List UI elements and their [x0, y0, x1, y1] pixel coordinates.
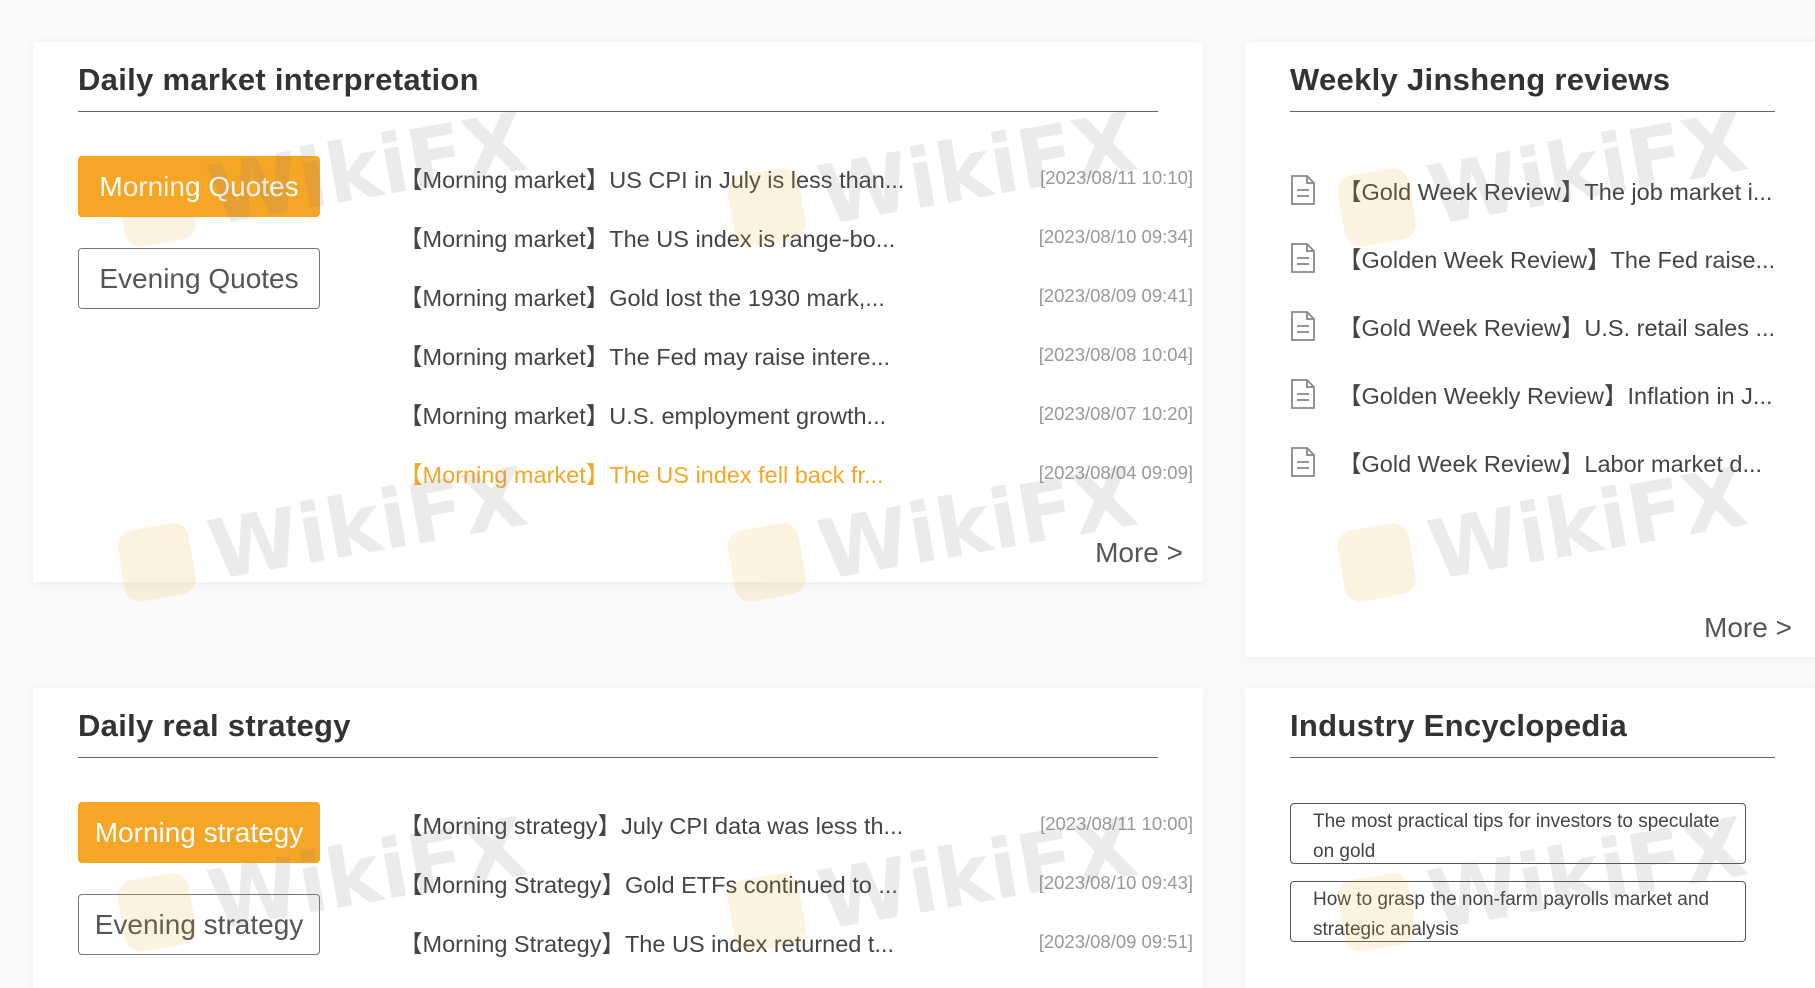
document-icon [1291, 311, 1315, 341]
encyclopedia-item[interactable]: How to grasp the non-farm payrolls marke… [1290, 881, 1746, 942]
card-title: Weekly Jinsheng reviews [1290, 62, 1671, 97]
review-row[interactable]: 【Gold Week Review】The job market i... [1290, 170, 1780, 210]
tab-evening-strategy[interactable]: Evening strategy [78, 894, 320, 955]
news-date: [2023/08/10 09:34] [1038, 226, 1193, 247]
tab-evening-quotes[interactable]: Evening Quotes [78, 248, 320, 309]
news-row[interactable]: 【Morning market】Gold lost the 1930 mark,… [399, 276, 1193, 316]
news-date: [2023/08/11 10:00] [1040, 813, 1193, 834]
review-row[interactable]: 【Golden Weekly Review】Inflation in J... [1290, 374, 1780, 414]
daily-strategy-card: Daily real strategy Morning strategy Eve… [33, 688, 1203, 988]
tab-morning-quotes[interactable]: Morning Quotes [78, 156, 320, 217]
news-date: [2023/08/11 10:10] [1040, 167, 1193, 188]
news-date: [2023/08/09 09:51] [1038, 931, 1193, 952]
review-row[interactable]: 【Gold Week Review】Labor market d... [1290, 442, 1780, 482]
more-link[interactable]: More > [1095, 537, 1183, 569]
news-title: 【Morning market】Gold lost the 1930 mark,… [399, 285, 885, 311]
tab-morning-strategy[interactable]: Morning strategy [78, 802, 320, 863]
news-title: 【Morning market】The US index is range-bo… [399, 226, 896, 252]
review-row[interactable]: 【Golden Week Review】The Fed raise... [1290, 238, 1780, 278]
review-title: 【Golden Weekly Review】Inflation in J... [1338, 383, 1773, 409]
news-title: 【Morning Strategy】Gold ETFs continued to… [399, 872, 898, 898]
daily-interpretation-card: Daily market interpretation Morning Quot… [33, 42, 1203, 582]
card-title: Industry Encyclopedia [1290, 708, 1628, 743]
news-row[interactable]: 【Morning market】U.S. employment growth..… [399, 394, 1193, 434]
news-date: [2023/08/09 09:41] [1038, 285, 1193, 306]
review-title: 【Gold Week Review】Labor market d... [1338, 451, 1763, 477]
news-row[interactable]: 【Morning market】The US index is range-bo… [399, 217, 1193, 257]
news-row[interactable]: 【Morning strategy】July CPI data was less… [399, 804, 1193, 844]
news-title: 【Morning market】U.S. employment growth..… [399, 403, 887, 429]
document-icon [1291, 175, 1315, 205]
document-icon [1291, 447, 1315, 477]
news-title: 【Morning market】The Fed may raise intere… [399, 344, 891, 370]
news-row[interactable]: 【Morning Strategy】Gold ETFs continued to… [399, 863, 1193, 903]
review-title: 【Gold Week Review】U.S. retail sales ... [1338, 315, 1776, 341]
news-title: 【Morning market】The US index fell back f… [399, 462, 884, 488]
document-icon [1291, 243, 1315, 273]
news-row-hovered[interactable]: 【Morning market】The US index fell back f… [399, 453, 1193, 493]
more-link[interactable]: More > [1704, 612, 1792, 644]
card-title: Daily market interpretation [78, 62, 479, 97]
card-title: Daily real strategy [78, 708, 351, 743]
document-icon [1291, 379, 1315, 409]
news-date: [2023/08/08 10:04] [1038, 344, 1193, 365]
title-divider [1290, 757, 1775, 758]
title-divider [78, 757, 1158, 758]
news-row[interactable]: 【Morning market】The Fed may raise intere… [399, 335, 1193, 375]
review-title: 【Golden Week Review】The Fed raise... [1338, 247, 1776, 273]
news-title: 【Morning market】US CPI in July is less t… [399, 167, 905, 193]
news-row[interactable]: 【Morning Strategy】The US index returned … [399, 922, 1193, 962]
news-title: 【Morning Strategy】The US index returned … [399, 931, 895, 957]
encyclopedia-item[interactable]: The most practical tips for investors to… [1290, 803, 1746, 864]
news-date: [2023/08/07 10:20] [1038, 403, 1193, 424]
title-divider [78, 111, 1158, 112]
news-row[interactable]: 【Morning market】US CPI in July is less t… [399, 158, 1193, 198]
title-divider [1290, 111, 1775, 112]
weekly-reviews-card: Weekly Jinsheng reviews 【Gold Week Revie… [1245, 42, 1815, 657]
encyclopedia-card: Industry Encyclopedia The most practical… [1245, 688, 1815, 988]
review-title: 【Gold Week Review】The job market i... [1338, 179, 1773, 205]
news-date: [2023/08/04 09:09] [1038, 462, 1193, 483]
review-row[interactable]: 【Gold Week Review】U.S. retail sales ... [1290, 306, 1780, 346]
news-title: 【Morning strategy】July CPI data was less… [399, 813, 904, 839]
news-date: [2023/08/10 09:43] [1038, 872, 1193, 893]
